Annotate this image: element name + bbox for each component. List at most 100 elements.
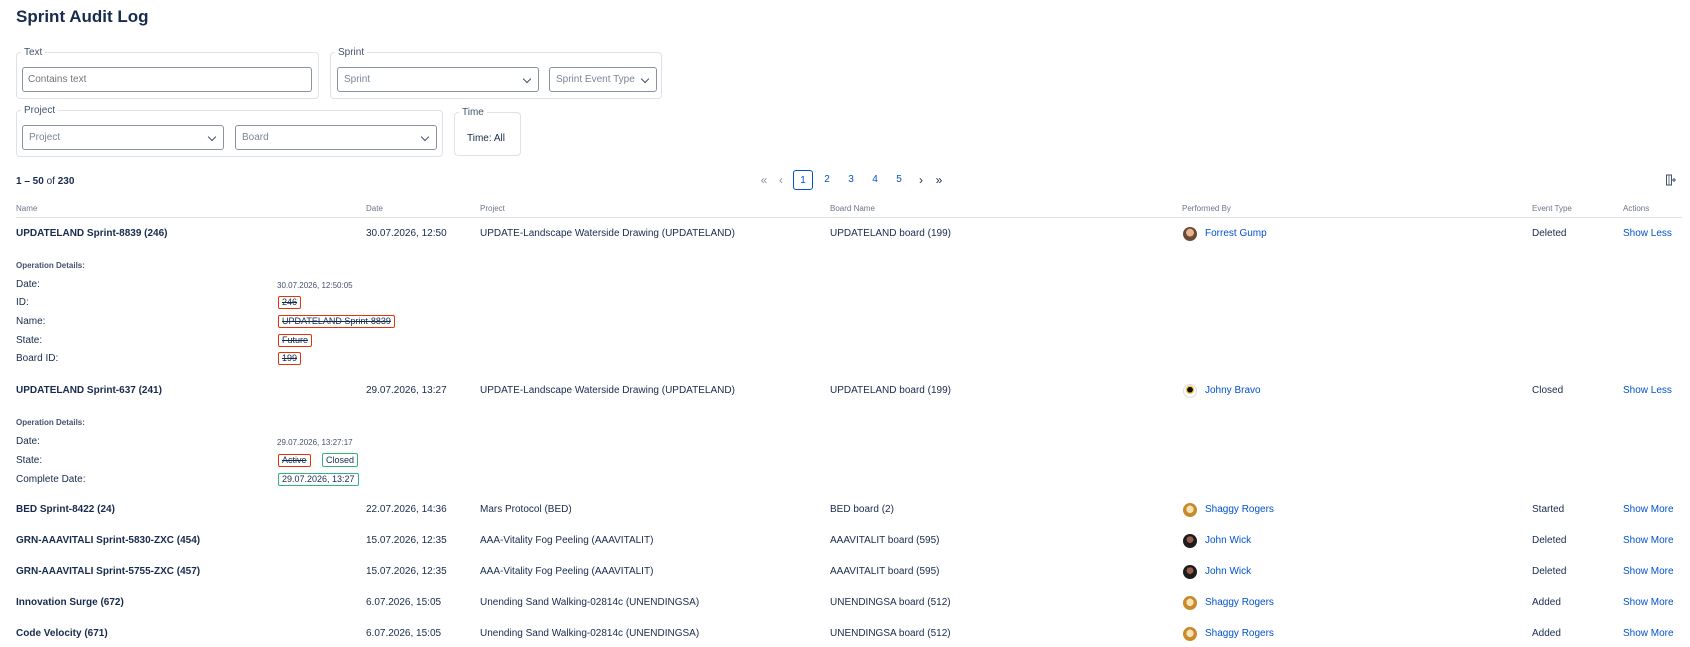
last-page-button[interactable]: » [929,170,949,190]
row-date: 15.07.2026, 12:35 [366,535,447,546]
avatar [1183,503,1197,517]
row-project: Mars Protocol (BED) [480,504,572,515]
show-more-button[interactable]: Show More [1623,597,1674,608]
performer-link[interactable]: Shaggy Rogers [1205,597,1274,608]
row-project: AAA-Vitality Fog Peeling (AAAVITALIT) [480,535,654,546]
operation-details-title: Operation Details: [16,261,85,270]
operation-details-title: Operation Details: [16,418,85,427]
row-name: BED Sprint-8422 (24) [16,504,115,515]
range-total: 230 [57,176,75,187]
detail-date-value: 30.07.2026, 12:50:05 [277,281,353,290]
row-name: UPDATELAND Sprint-637 (241) [16,385,162,396]
performer-link[interactable]: Johny Bravo [1205,385,1261,396]
row-event-type: Deleted [1532,566,1567,577]
time-filter-value[interactable]: Time: All [467,133,505,144]
chevron-down-icon [640,74,650,84]
page-button-4[interactable]: 4 [865,170,885,190]
text-search-input[interactable] [22,67,312,92]
row-date: 30.07.2026, 12:50 [366,228,447,239]
time-filter-group[interactable]: Time [454,107,521,156]
performer-link[interactable]: Shaggy Rogers [1205,628,1274,639]
row-date: 15.07.2026, 12:35 [366,566,447,577]
performer-link[interactable]: John Wick [1205,566,1251,577]
performer-link[interactable]: Shaggy Rogers [1205,504,1274,515]
show-less-button[interactable]: Show Less [1623,385,1672,396]
detail-label: State: [16,455,43,466]
detail-label: Complete Date: [16,474,86,485]
sprint-filter-legend: Sprint [338,47,365,58]
row-board: AAAVITALIT board (595) [830,535,940,546]
removed-value-chip: UPDATELAND Sprint-8839 [278,315,395,328]
column-header-event-type[interactable]: Event Type [1532,204,1572,213]
page-title: Sprint Audit Log [16,7,149,26]
row-project: AAA-Vitality Fog Peeling (AAAVITALIT) [480,566,654,577]
performer-link[interactable]: Forrest Gump [1205,228,1267,239]
prev-page-button[interactable]: ‹ [771,170,791,190]
chevron-down-icon [207,132,217,142]
page-button-1[interactable]: 1 [793,170,813,190]
text-filter-legend: Text [24,47,43,58]
row-date: 22.07.2026, 14:36 [366,504,447,515]
column-header-board-name[interactable]: Board Name [830,204,875,213]
avatar [1183,565,1197,579]
column-header-name[interactable]: Name [16,204,37,213]
added-value-chip: 29.07.2026, 13:27 [278,473,359,486]
avatar [1183,627,1197,641]
show-more-button[interactable]: Show More [1623,504,1674,515]
page-button-3[interactable]: 3 [841,170,861,190]
row-board: UPDATELAND board (199) [830,385,951,396]
page-button-5[interactable]: 5 [889,170,909,190]
chevron-down-icon [420,132,430,142]
row-event-type: Started [1532,504,1565,515]
time-filter-legend: Time [462,107,484,118]
row-project: UPDATE-Landscape Waterside Drawing (UPDA… [480,228,735,239]
added-value-chip: Closed [322,453,359,467]
show-more-button[interactable]: Show More [1623,628,1674,639]
sprint-select[interactable]: Sprint [337,67,539,92]
show-more-button[interactable]: Show More [1623,535,1674,546]
performer-link[interactable]: John Wick [1205,535,1251,546]
detail-date-value: 29.07.2026, 13:27:17 [277,438,353,447]
row-date: 6.07.2026, 15:05 [366,628,442,639]
detail-label: Board ID: [16,353,59,364]
row-name: Code Velocity (671) [16,628,108,639]
row-date: 29.07.2026, 13:27 [366,385,447,396]
chevron-down-icon [522,74,532,84]
sprint-select-value: Sprint [344,74,371,85]
row-board: AAAVITALIT board (595) [830,566,940,577]
row-board: BED board (2) [830,504,894,515]
column-settings-icon[interactable] [1666,174,1677,186]
column-header-performed-by[interactable]: Performed By [1182,204,1231,213]
show-more-button[interactable]: Show More [1623,566,1674,577]
row-project: UPDATE-Landscape Waterside Drawing (UPDA… [480,385,735,396]
avatar [1183,384,1197,398]
detail-label: State: [16,335,43,346]
board-select[interactable]: Board [235,125,437,150]
removed-value-chip: 246 [278,296,302,309]
detail-label: Date: [16,436,40,447]
header-divider [16,217,1682,218]
avatar [1183,596,1197,610]
row-name: UPDATELAND Sprint-8839 (246) [16,228,168,239]
sprint-event-type-value: Sprint Event Type [556,74,635,85]
project-filter-legend: Project [24,105,56,116]
row-event-type: Closed [1532,385,1564,396]
next-page-button[interactable]: › [911,170,931,190]
show-less-button[interactable]: Show Less [1623,228,1672,239]
removed-value-chip: Active [278,454,311,467]
detail-label: Name: [16,316,46,327]
board-select-value: Board [242,132,269,143]
row-project: Unending Sand Walking-02814c (UNENDINGSA… [480,628,700,639]
range-text: 1 – 50 [16,176,44,187]
row-project: Unending Sand Walking-02814c (UNENDINGSA… [480,597,700,608]
column-header-date[interactable]: Date [366,204,383,213]
result-range: 1 – 50 of 230 [16,176,74,187]
page-button-2[interactable]: 2 [817,170,837,190]
row-date: 6.07.2026, 15:05 [366,597,442,608]
removed-value-chip: 199 [278,352,302,365]
project-select-value: Project [29,132,61,143]
sprint-event-type-select[interactable]: Sprint Event Type [549,67,657,92]
column-header-project[interactable]: Project [480,204,505,213]
row-event-type: Deleted [1532,535,1567,546]
project-select[interactable]: Project [22,125,224,150]
